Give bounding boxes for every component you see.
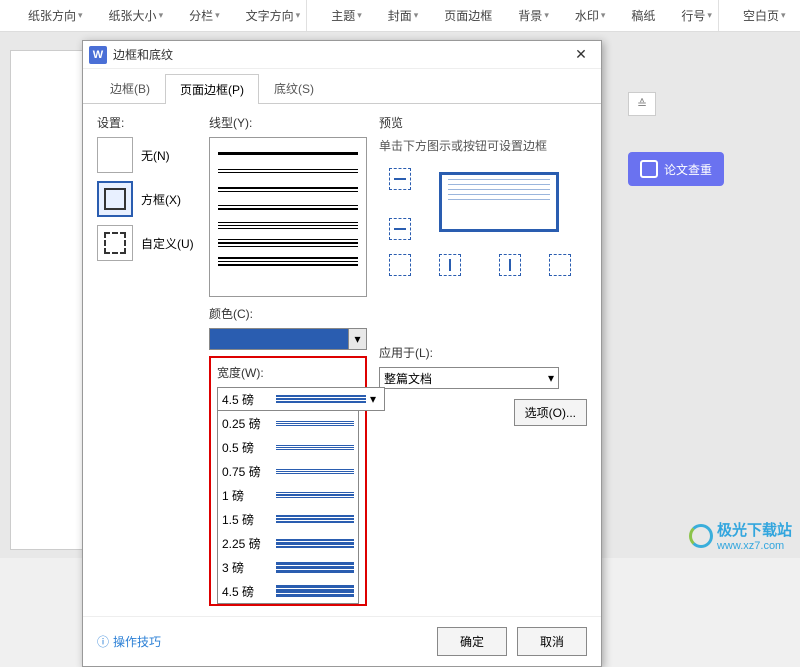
- width-option[interactable]: 0.5 磅: [218, 435, 358, 459]
- preview-document: [439, 172, 559, 232]
- ribbon-page-orient[interactable]: 纸张方向▾: [6, 5, 87, 26]
- tips-link[interactable]: ⓘ 操作技巧: [97, 633, 161, 650]
- preview-grid: [379, 164, 587, 254]
- color-swatch: [210, 329, 348, 349]
- ribbon-text-direction[interactable]: 文字方向▾: [224, 5, 305, 26]
- chevron-down-icon: ▾: [366, 392, 380, 406]
- ribbon-cover[interactable]: 封面▾: [366, 5, 423, 26]
- width-label: 宽度(W):: [217, 364, 359, 381]
- width-option[interactable]: 1.5 磅: [218, 507, 358, 531]
- ok-button[interactable]: 确定: [437, 627, 507, 656]
- borders-shading-dialog: W 边框和底纹 ✕ 边框(B) 页面边框(P) 底纹(S) 设置: 无(N) 方…: [82, 40, 602, 667]
- doc-check-icon: [640, 160, 658, 178]
- dialog-title: 边框和底纹: [113, 46, 567, 63]
- apply-to-label: 应用于(L):: [379, 344, 587, 361]
- chevron-down-icon: ▾: [348, 329, 366, 349]
- preview-desc: 单击下方图示或按钮可设置边框: [379, 137, 587, 154]
- width-highlight-box: 宽度(W): 4.5 磅 ▾ 0.25 磅 0.5 磅 0.75 磅 1 磅 1…: [209, 356, 367, 606]
- width-option[interactable]: 0.25 磅: [218, 411, 358, 435]
- side-collapse-button[interactable]: ≙: [628, 92, 656, 116]
- dialog-titlebar[interactable]: W 边框和底纹 ✕: [83, 41, 601, 69]
- ribbon-columns[interactable]: 分栏▾: [167, 5, 224, 26]
- preview-top-border-btn[interactable]: [389, 168, 411, 190]
- linestyle-list[interactable]: [209, 137, 367, 297]
- color-label: 颜色(C):: [209, 305, 367, 322]
- preview-tl-btn[interactable]: [389, 254, 411, 276]
- plagiarism-check-card[interactable]: 论文查重: [628, 152, 724, 186]
- ribbon-blank-page[interactable]: 空白页▾: [721, 5, 790, 26]
- width-option[interactable]: 0.75 磅: [218, 459, 358, 483]
- width-option[interactable]: 2.25 磅: [218, 531, 358, 555]
- app-w-icon: W: [89, 46, 107, 64]
- tab-page-border[interactable]: 页面边框(P): [165, 74, 259, 104]
- width-dropdown-list[interactable]: 0.25 磅 0.5 磅 0.75 磅 1 磅 1.5 磅 2.25 磅 3 磅…: [217, 411, 359, 604]
- width-option[interactable]: 4.5 磅: [218, 579, 358, 603]
- site-watermark: 极光下载站 www.xz7.com: [689, 519, 792, 552]
- info-icon: ⓘ: [97, 633, 109, 650]
- settings-label: 设置:: [97, 114, 197, 131]
- width-option[interactable]: 1 磅: [218, 483, 358, 507]
- preview-right-border-btn[interactable]: [499, 254, 521, 276]
- collapse-icon: ≙: [637, 97, 647, 111]
- chevron-down-icon: ▾: [548, 371, 554, 385]
- setting-custom[interactable]: 自定义(U): [97, 225, 197, 261]
- ribbon-page-border[interactable]: 页面边框: [422, 5, 496, 26]
- cancel-button[interactable]: 取消: [517, 627, 587, 656]
- ribbon-line-number[interactable]: 行号▾: [659, 5, 716, 26]
- site-logo-icon: [689, 524, 713, 548]
- dialog-tabs: 边框(B) 页面边框(P) 底纹(S): [83, 69, 601, 104]
- width-select[interactable]: 4.5 磅 ▾: [217, 387, 385, 411]
- ribbon-watermark[interactable]: 水印▾: [553, 5, 610, 26]
- side-panel: ≙ 论文查重: [628, 92, 724, 186]
- apply-to-select[interactable]: 整篇文档 ▾: [379, 367, 559, 389]
- ribbon-toc-page[interactable]: 目录页▾: [790, 5, 800, 26]
- card-label: 论文查重: [664, 161, 712, 178]
- ribbon-theme[interactable]: 主题▾: [309, 5, 366, 26]
- preview-br-btn[interactable]: [549, 254, 571, 276]
- linestyle-label: 线型(Y):: [209, 114, 367, 131]
- setting-none[interactable]: 无(N): [97, 137, 197, 173]
- preview-bottom-border-btn[interactable]: [389, 218, 411, 240]
- setting-box[interactable]: 方框(X): [97, 181, 197, 217]
- ribbon-page-size[interactable]: 纸张大小▾: [87, 5, 168, 26]
- ribbon-manuscript[interactable]: 稿纸: [609, 5, 659, 26]
- close-button[interactable]: ✕: [567, 41, 595, 69]
- width-option[interactable]: 3 磅: [218, 555, 358, 579]
- color-select[interactable]: ▾: [209, 328, 367, 350]
- tab-shading[interactable]: 底纹(S): [259, 73, 329, 103]
- tab-border[interactable]: 边框(B): [95, 73, 165, 103]
- preview-label: 预览: [379, 114, 587, 131]
- options-button[interactable]: 选项(O)...: [514, 399, 587, 426]
- ribbon-toolbar: 纸张方向▾ 纸张大小▾ 分栏▾ 文字方向▾ 主题▾ 封面▾ 页面边框 背景▾ 水…: [0, 0, 800, 32]
- preview-left-border-btn[interactable]: [439, 254, 461, 276]
- ribbon-background[interactable]: 背景▾: [496, 5, 553, 26]
